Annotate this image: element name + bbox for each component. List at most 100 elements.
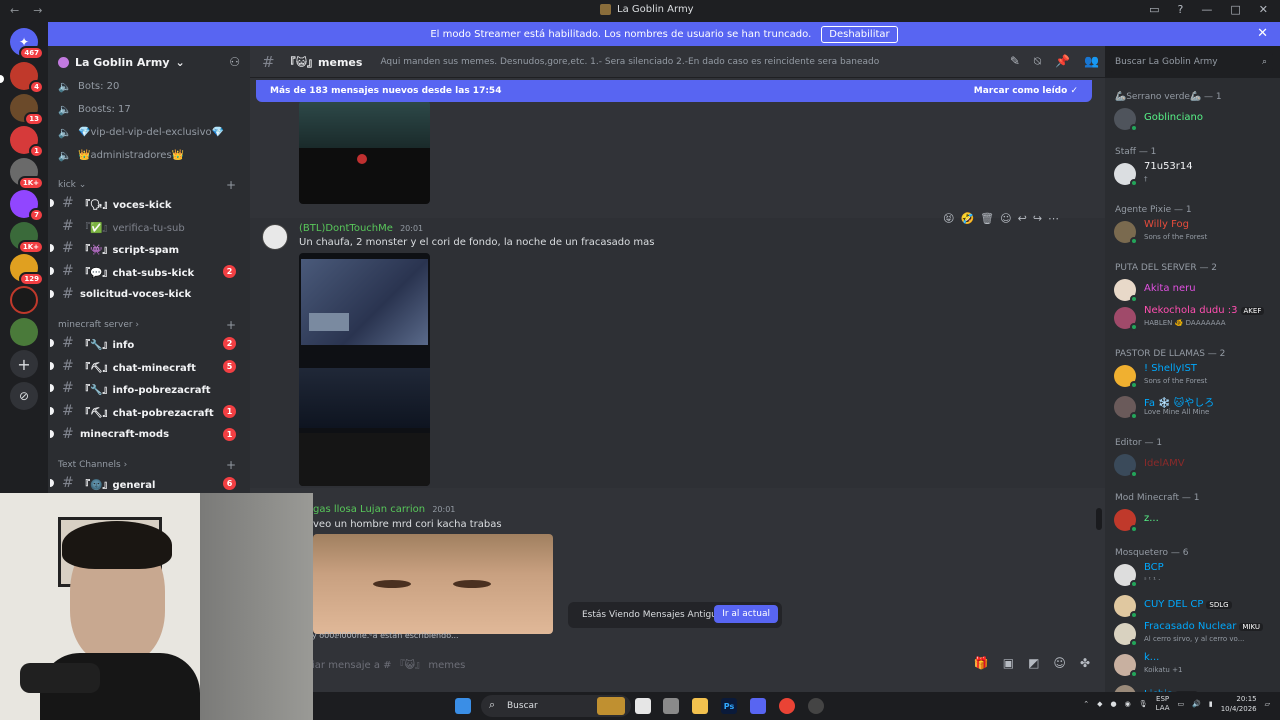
- tray-app-icon[interactable]: ◉: [1125, 700, 1131, 708]
- server-icon-7[interactable]: 129: [10, 254, 44, 286]
- back-arrow-icon[interactable]: ←: [10, 4, 19, 17]
- add-channel-icon[interactable]: +: [226, 318, 236, 332]
- server-icon-2[interactable]: 13: [10, 94, 44, 126]
- server-icon-twitch[interactable]: 7: [10, 190, 44, 222]
- channel-voces-kick[interactable]: # 『🗣』voces-kick: [50, 192, 244, 214]
- server-icon-6[interactable]: 1K+: [10, 222, 44, 254]
- member-row[interactable]: CUY DEL CP SDLG: [1114, 593, 1274, 619]
- channel-info-pobrezacraft[interactable]: # 『🔧』info-pobrezacraft: [50, 377, 244, 399]
- taskbar-search[interactable]: ⌕ Buscar: [481, 695, 631, 717]
- network-icon[interactable]: ▭: [1178, 700, 1185, 708]
- channel-chat-pobrezacraft[interactable]: # 『⛏』chat-pobrezacraft 1: [50, 400, 244, 422]
- forward-arrow-icon[interactable]: →: [33, 4, 42, 17]
- gift-icon[interactable]: 🎁: [974, 656, 989, 670]
- channel-solicitud-voces-kick[interactable]: # solicitud-voces-kick: [50, 283, 244, 305]
- channel-minecraft-mods[interactable]: # minecraft-mods 1: [50, 423, 244, 445]
- apps-icon[interactable]: ✤: [1080, 656, 1090, 670]
- member-row[interactable]: Akita neru: [1114, 277, 1274, 303]
- tray-app-icon[interactable]: ◆: [1097, 700, 1102, 708]
- reaction-emoji-icon[interactable]: 🗑: [980, 212, 994, 225]
- help-icon[interactable]: ?: [1178, 3, 1184, 16]
- volume-icon[interactable]: 🔊: [1192, 700, 1201, 708]
- discord-home-icon[interactable]: ✦ 467: [10, 28, 44, 60]
- voice-channel-vip[interactable]: 🔈 💎vip-del-vip-del-exclusivo💎: [58, 122, 244, 142]
- meme-image-1[interactable]: [299, 100, 430, 204]
- channel-verifica-tu-sub[interactable]: # 『✅』verifica-tu-sub: [54, 215, 244, 237]
- inbox-icon[interactable]: ▭: [1149, 3, 1159, 16]
- discover-icon[interactable]: ⊘: [10, 382, 38, 410]
- notifications-icon[interactable]: ▱: [1265, 700, 1270, 708]
- mark-as-read-button[interactable]: Marcar como leído ✓: [974, 86, 1078, 96]
- start-menu-icon[interactable]: [455, 698, 471, 714]
- close-window-button[interactable]: ✕: [1259, 3, 1268, 16]
- channel-general[interactable]: # 『🌚』general 6: [50, 472, 244, 494]
- discord-taskbar-icon[interactable]: [750, 698, 766, 714]
- reaction-emoji-icon[interactable]: 😝: [943, 212, 954, 225]
- add-reaction-icon[interactable]: ☺: [1000, 212, 1011, 225]
- gif-icon[interactable]: ▣: [1003, 656, 1014, 670]
- server-icon-4[interactable]: 1K+: [10, 158, 44, 190]
- add-channel-icon[interactable]: +: [226, 458, 236, 472]
- threads-icon[interactable]: ✎: [1010, 54, 1020, 69]
- voice-channel-boosts[interactable]: 🔈 Boosts: 17: [58, 99, 244, 119]
- channel-chat-minecraft[interactable]: # 『⛏』chat-minecraft 5: [50, 355, 244, 377]
- voice-channel-admins[interactable]: 🔈 👑administradores👑: [58, 145, 244, 165]
- member-row[interactable]: Willy Fog Sons of the Forest: [1114, 219, 1274, 245]
- server-icon-3[interactable]: 1: [10, 126, 44, 158]
- category-kick[interactable]: kick ⌄ +: [58, 178, 244, 192]
- server-icon-goblin[interactable]: [10, 318, 38, 346]
- pin-icon[interactable]: 📌: [1055, 54, 1070, 69]
- photoshop-icon[interactable]: Ps: [721, 698, 737, 714]
- file-explorer-icon[interactable]: [692, 698, 708, 714]
- server-header[interactable]: La Goblin Army ⌄ ⚇: [48, 46, 250, 78]
- server-icon-8[interactable]: [10, 286, 38, 314]
- emoji-icon[interactable]: ☺: [1053, 656, 1066, 670]
- meme-image-2[interactable]: [299, 253, 430, 486]
- app-icon[interactable]: [663, 698, 679, 714]
- member-row[interactable]: k... Koikatu +1: [1114, 652, 1274, 678]
- message-author[interactable]: gas llosa Lujan carrion: [313, 504, 425, 515]
- member-row[interactable]: ! ShellyIST Sons of the Forest: [1114, 363, 1274, 389]
- chrome-icon[interactable]: [779, 698, 795, 714]
- obs-icon[interactable]: [808, 698, 824, 714]
- member-row[interactable]: Nekochola dudu :3 AKEF HABLEN 🐠 DAAAAAAA: [1114, 305, 1274, 331]
- avatar[interactable]: [262, 224, 288, 250]
- reply-icon[interactable]: ↩: [1018, 212, 1027, 225]
- close-icon[interactable]: ✕: [1257, 26, 1268, 41]
- voice-channel-bots[interactable]: 🔈 Bots: 20: [58, 76, 244, 96]
- reaction-emoji-icon[interactable]: 🤣: [960, 212, 974, 225]
- member-row[interactable]: Fracasado Nuclear MIKU Al cerro sirvo, y a…: [1114, 621, 1274, 647]
- meme-image-3[interactable]: [313, 534, 553, 634]
- language-indicator[interactable]: ESP LAA: [1156, 695, 1170, 713]
- tray-app-icon[interactable]: ●: [1111, 700, 1117, 708]
- message-input[interactable]: iar mensaje a # 『😺』 memes 🎁 ▣ ◩ ☺ ✤: [310, 650, 1096, 676]
- member-row[interactable]: BCP ˢ ᵗ ¹ ·: [1114, 562, 1274, 588]
- jump-to-present-button[interactable]: Ir al actual: [714, 605, 778, 623]
- task-view-icon[interactable]: [635, 698, 651, 714]
- members-icon[interactable]: 👥: [1084, 54, 1099, 69]
- member-row[interactable]: 71u53r14 †: [1114, 161, 1274, 187]
- invite-icon[interactable]: ⚇: [229, 55, 240, 69]
- member-row[interactable]: Fa ❄️ 🐱やしろ Love Mine All Mine: [1114, 394, 1274, 420]
- server-icon-1[interactable]: 4: [10, 62, 44, 94]
- member-row[interactable]: LichisRIOT: [1114, 683, 1274, 692]
- channel-chat-subs-kick[interactable]: # 『💬』chat-subs-kick 2: [50, 260, 244, 282]
- member-row[interactable]: IdelAMV: [1114, 452, 1274, 478]
- disable-streamer-button[interactable]: Deshabilitar: [821, 25, 898, 43]
- battery-icon[interactable]: ▮: [1209, 700, 1213, 708]
- microphone-icon[interactable]: 🎙: [1139, 700, 1148, 708]
- chat-scrollbar[interactable]: [1096, 508, 1102, 530]
- channel-topic[interactable]: Aqui manden sus memes. Desnudos,gore,etc…: [380, 57, 879, 67]
- clock[interactable]: 20:15 10/4/2026: [1221, 694, 1257, 714]
- category-text-channels[interactable]: Text Channels › +: [58, 458, 244, 472]
- tray-chevron-icon[interactable]: ⌃: [1083, 700, 1089, 708]
- minimize-button[interactable]: —: [1201, 3, 1212, 16]
- member-row[interactable]: z...: [1114, 507, 1274, 533]
- new-messages-bar[interactable]: Más de 183 mensajes nuevos desde las 17:…: [256, 80, 1092, 102]
- forward-icon[interactable]: ↪: [1033, 212, 1042, 225]
- channel-script-spam[interactable]: # 『👾』script-spam: [50, 237, 244, 259]
- search-input[interactable]: Buscar La Goblin Army ⌕: [1109, 52, 1273, 72]
- add-channel-icon[interactable]: +: [226, 178, 236, 192]
- category-minecraft[interactable]: minecraft server › +: [58, 318, 244, 332]
- mute-bell-icon[interactable]: ⍉: [1034, 54, 1041, 69]
